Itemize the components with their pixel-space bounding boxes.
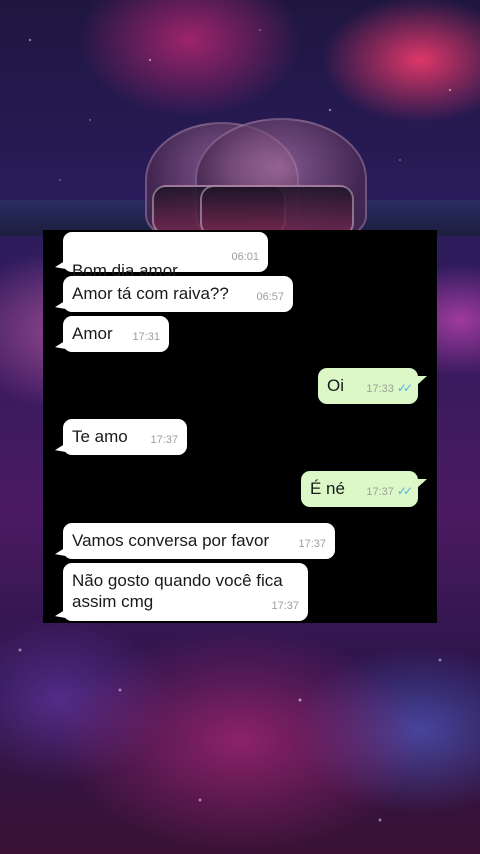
message-timestamp: 17:31 bbox=[132, 331, 160, 343]
message-timestamp: 17:33 bbox=[366, 383, 394, 395]
message-bubble-incoming[interactable]: Amor tá com raiva?? 06:57 bbox=[63, 276, 293, 312]
message-text: Não gosto quando você fica assim cmg bbox=[72, 571, 283, 611]
message-bubble-outgoing[interactable]: Oi 17:33 ✓✓ bbox=[318, 368, 427, 404]
message-text: Vamos conversa por favor bbox=[72, 531, 270, 550]
message-bubble-incoming[interactable]: Amor 17:31 bbox=[63, 316, 169, 352]
message-bubble-incoming[interactable]: Vamos conversa por favor 17:37 bbox=[63, 523, 335, 559]
message-text: Amor tá com raiva?? bbox=[72, 284, 229, 303]
message-timestamp: 06:01 bbox=[231, 251, 259, 263]
chat-screenshot: Bom dia amor 06:01 Amor tá com raiva?? 0… bbox=[43, 230, 437, 623]
double-check-read-icon: ✓✓ bbox=[396, 381, 413, 395]
message-timestamp: 17:37 bbox=[298, 538, 326, 550]
message-bubble-outgoing[interactable]: É né 17:37 ✓✓ bbox=[301, 471, 427, 507]
double-check-read-icon: ✓✓ bbox=[396, 484, 413, 498]
message-bubble-incoming[interactable]: Te amo 17:37 bbox=[63, 419, 187, 455]
message-status-row: 17:37 ✓✓ bbox=[366, 481, 413, 503]
message-bubble-incoming[interactable]: Bom dia amor 06:01 bbox=[63, 232, 268, 298]
message-status-row: 17:33 ✓✓ bbox=[366, 378, 413, 400]
message-bubble-incoming[interactable]: Não gosto quando você fica assim cmg 17:… bbox=[63, 563, 308, 621]
message-timestamp: 17:37 bbox=[150, 434, 178, 446]
message-timestamp: 06:57 bbox=[256, 291, 284, 303]
message-timestamp: 17:37 bbox=[271, 600, 299, 612]
message-timestamp: 17:37 bbox=[366, 486, 394, 498]
